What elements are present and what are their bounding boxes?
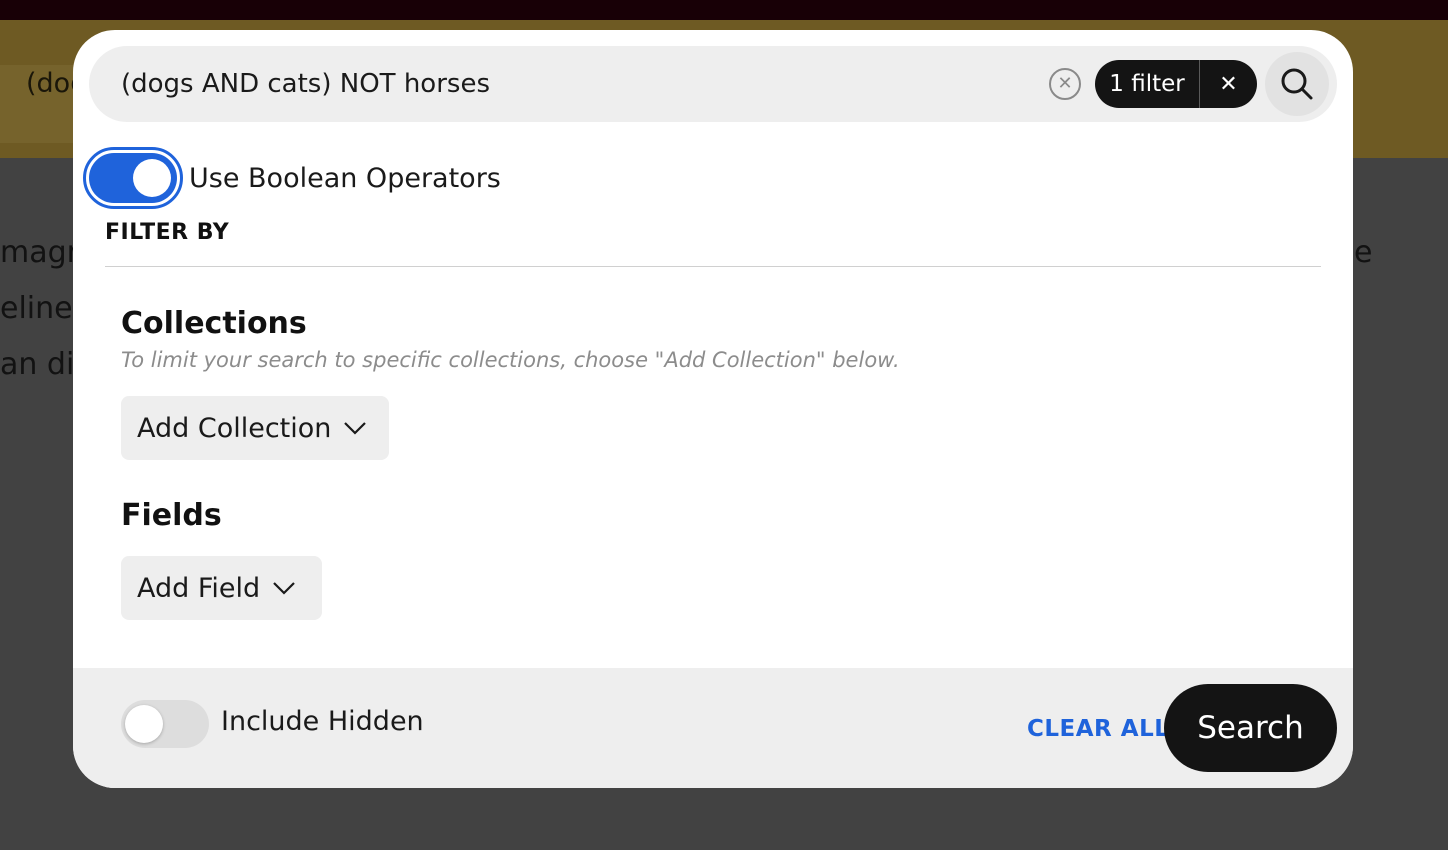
remove-filters-button[interactable]: ✕	[1200, 72, 1257, 97]
boolean-operators-row: Use Boolean Operators	[83, 147, 501, 209]
filter-by-heading: FILTER BY	[105, 220, 230, 245]
background-text-line: magr	[0, 235, 79, 270]
add-field-label: Add Field	[137, 572, 261, 604]
collections-help-text: To limit your search to specific collect…	[121, 348, 900, 372]
chevron-down-icon	[343, 421, 367, 435]
close-icon: ✕	[1219, 71, 1238, 97]
toggle-knob	[133, 159, 171, 197]
clear-all-link[interactable]: CLEAR ALL	[1027, 716, 1169, 742]
search-bar: ✕ 1 filter ✕	[89, 46, 1337, 122]
toggle-knob	[125, 705, 163, 743]
collections-title: Collections	[121, 306, 307, 341]
boolean-operators-label: Use Boolean Operators	[189, 162, 501, 194]
include-hidden-toggle[interactable]	[121, 700, 209, 748]
add-field-dropdown[interactable]: Add Field	[121, 556, 322, 620]
search-icon	[1281, 68, 1313, 100]
modal-footer: Include Hidden CLEAR ALL Search	[73, 668, 1353, 788]
background-text-line-right: e	[1354, 235, 1373, 270]
background-top-bar	[0, 0, 1448, 20]
add-collection-dropdown[interactable]: Add Collection	[121, 396, 389, 460]
clear-query-button[interactable]: ✕	[1049, 68, 1081, 100]
boolean-operators-toggle[interactable]	[83, 147, 183, 209]
close-circle-icon: ✕	[1057, 73, 1073, 94]
include-hidden-label: Include Hidden	[221, 706, 424, 737]
filter-count-label: 1 filter	[1109, 71, 1185, 97]
add-collection-label: Add Collection	[137, 412, 332, 444]
search-filter-modal: ✕ 1 filter ✕ Use Boolean Operators FILTE…	[73, 30, 1353, 788]
fields-title: Fields	[121, 498, 222, 533]
divider	[105, 266, 1321, 267]
chevron-down-icon	[272, 581, 296, 595]
toggle-track	[89, 153, 177, 203]
search-submit-button[interactable]	[1265, 52, 1329, 116]
filter-count-chip[interactable]: 1 filter ✕	[1095, 60, 1257, 108]
search-input[interactable]	[121, 62, 1021, 106]
search-button[interactable]: Search	[1164, 684, 1337, 772]
